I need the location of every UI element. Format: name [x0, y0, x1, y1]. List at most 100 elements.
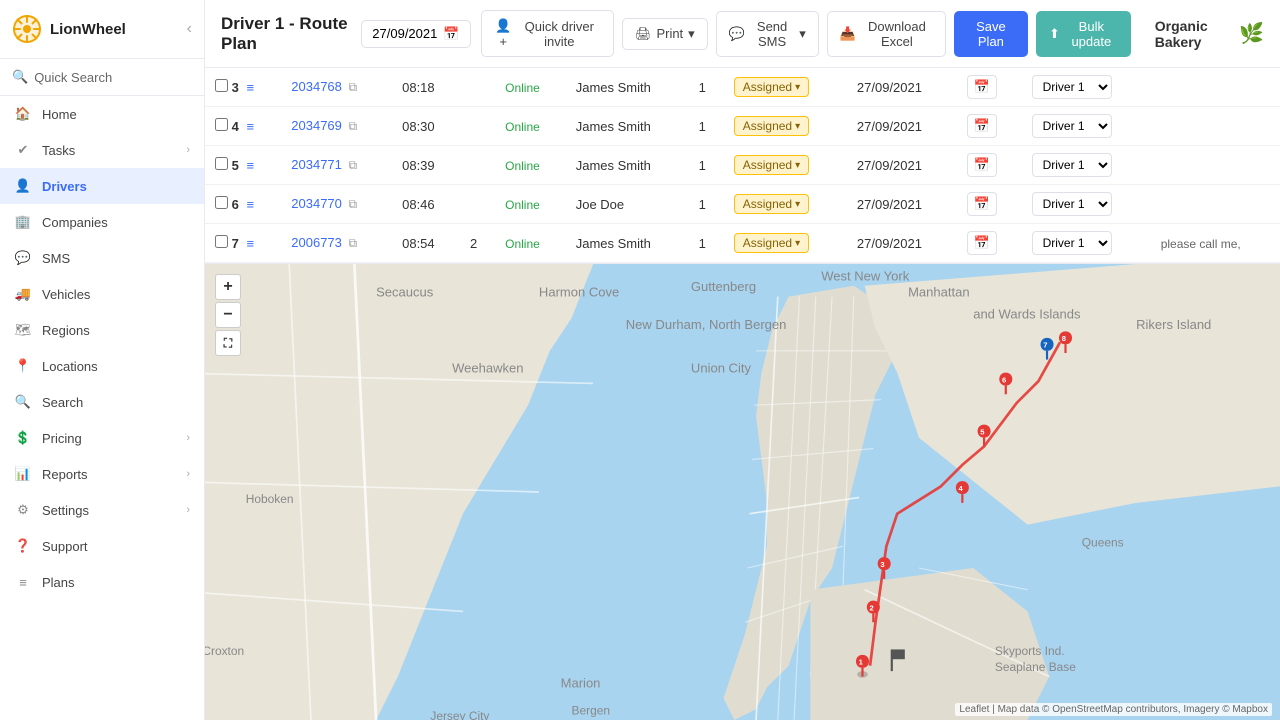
online-status: Online — [505, 237, 540, 251]
items-count: 1 — [699, 197, 706, 212]
table-row: 6 ≡ 2034770 ⧉ 08:46 Online Joe Doe 1 — [205, 185, 1280, 224]
row-checkbox-7[interactable] — [215, 235, 228, 248]
date-picker-button-2[interactable]: 📅 — [967, 153, 997, 177]
date-picker-button-3[interactable]: 📅 — [967, 192, 997, 216]
assigned-badge-1[interactable]: Assigned — [734, 116, 809, 136]
order-link-2034770[interactable]: 2034770 — [291, 196, 342, 211]
time-value: 08:39 — [402, 158, 435, 173]
driver-cell: Driver 1 Driver 2 Driver 3 — [1022, 224, 1151, 263]
sidebar-item-reports[interactable]: 📊 Reports › — [0, 456, 204, 492]
svg-text:Weehawken: Weehawken — [452, 361, 523, 376]
driver-select-2[interactable]: Driver 1 Driver 2 Driver 3 — [1032, 153, 1112, 177]
sidebar-item-label: Locations — [42, 359, 98, 374]
send-sms-button[interactable]: 💬 Send SMS ▾ — [716, 11, 819, 57]
recipient-name: James Smith — [576, 119, 651, 134]
driver-select-3[interactable]: Driver 1 Driver 2 Driver 3 — [1032, 192, 1112, 216]
sidebar-item-label: Plans — [42, 575, 75, 590]
sidebar-collapse-button[interactable]: ‹ — [187, 20, 192, 38]
recipient-name: James Smith — [576, 236, 651, 251]
lionwheel-logo-icon — [12, 14, 42, 44]
quick-search-label: Quick Search — [34, 70, 112, 85]
org-leaf-icon: 🌿 — [1239, 21, 1264, 46]
zoom-in-button[interactable]: + — [215, 274, 241, 300]
sidebar-item-settings[interactable]: ⚙ Settings › — [0, 492, 204, 528]
sidebar-item-companies[interactable]: 🏢 Companies — [0, 204, 204, 240]
row-number: 7 — [232, 236, 239, 251]
quick-search-item[interactable]: 🔍 Quick Search — [0, 59, 204, 96]
save-plan-button[interactable]: Save Plan — [954, 11, 1028, 57]
sidebar-item-sms[interactable]: 💬 SMS — [0, 240, 204, 276]
map-attribution: Leaflet | Map data © OpenStreetMap contr… — [955, 703, 1272, 716]
row-date: 27/09/2021 — [857, 119, 922, 134]
org-name: Organic Bakery 🌿 — [1155, 18, 1264, 50]
zoom-out-button[interactable]: − — [215, 302, 241, 328]
driver-select-4[interactable]: Driver 1 Driver 2 Driver 3 — [1032, 231, 1112, 255]
sidebar-item-plans[interactable]: ≡ Plans — [0, 564, 204, 600]
status-cell: Online — [495, 224, 566, 263]
status-cell: Online — [495, 146, 566, 185]
fullscreen-button[interactable]: ⛶ — [215, 330, 241, 356]
row-date: 27/09/2021 — [857, 197, 922, 212]
sidebar-item-vehicles[interactable]: 🚚 Vehicles — [0, 276, 204, 312]
online-status: Online — [505, 159, 540, 173]
order-link-2034771[interactable]: 2034771 — [291, 157, 342, 172]
sidebar-item-label: Pricing — [42, 431, 82, 446]
sidebar-item-regions[interactable]: 🗺 Regions — [0, 312, 204, 348]
sidebar-item-pricing[interactable]: 💲 Pricing › — [0, 420, 204, 456]
order-link-2034768[interactable]: 2034768 — [291, 79, 342, 94]
row-checkbox-3[interactable] — [215, 79, 228, 92]
table-row: 7 ≡ 2006773 ⧉ 08:54 2 Online James Smith… — [205, 224, 1280, 263]
row-number: 4 — [232, 119, 239, 134]
main-content: Driver 1 - Route Plan 27/09/2021 📅 👤+ Qu… — [205, 0, 1280, 720]
svg-text:Croxton: Croxton — [205, 644, 244, 658]
date-icon-cell: 📅 — [957, 68, 1022, 107]
row-checkbox-5[interactable] — [215, 157, 228, 170]
driver-select-1[interactable]: Driver 1 Driver 2 Driver 3 — [1032, 114, 1112, 138]
badge-cell: Assigned — [724, 107, 847, 146]
sidebar-item-search[interactable]: 🔍 Search — [0, 384, 204, 420]
print-button[interactable]: 🖨 Print ▾ — [622, 18, 708, 50]
row-checkbox-4[interactable] — [215, 118, 228, 131]
order-link-2034769[interactable]: 2034769 — [291, 118, 342, 133]
assigned-badge-4[interactable]: Assigned — [734, 233, 809, 253]
order-link-2006773[interactable]: 2006773 — [291, 235, 342, 250]
date-picker-button-1[interactable]: 📅 — [967, 114, 997, 138]
sidebar-item-support[interactable]: ❓ Support — [0, 528, 204, 564]
driver-cell: Driver 1 Driver 2 Driver 3 — [1022, 146, 1151, 185]
packages-cell: 2 — [460, 224, 495, 263]
assigned-badge-3[interactable]: Assigned — [734, 194, 809, 214]
quick-driver-invite-button[interactable]: 👤+ Quick driver invite — [481, 10, 614, 57]
sidebar-item-label: SMS — [42, 251, 70, 266]
regions-icon: 🗺 — [14, 321, 32, 339]
badge-cell: Assigned — [724, 185, 847, 224]
row-checkbox-cell: 4 ≡ — [205, 107, 281, 146]
sidebar-item-tasks[interactable]: ✔ Tasks › — [0, 132, 204, 168]
sidebar-item-drivers[interactable]: 👤 Drivers — [0, 168, 204, 204]
driver-select-0[interactable]: Driver 1 Driver 2 Driver 3 — [1032, 75, 1112, 99]
row-checkbox-cell: 3 ≡ — [205, 68, 281, 107]
table-row: 3 ≡ 2034768 ⧉ 08:18 Online James Smith 1 — [205, 68, 1280, 107]
row-number: 3 — [232, 80, 239, 95]
time-cell: 08:30 — [392, 107, 460, 146]
svg-text:Skyports Ind.: Skyports Ind. — [995, 644, 1065, 658]
date-picker[interactable]: 27/09/2021 📅 — [361, 20, 470, 48]
svg-text:West New York: West New York — [821, 268, 910, 283]
date-picker-button-0[interactable]: 📅 — [967, 75, 997, 99]
time-value: 08:54 — [402, 236, 435, 251]
sidebar-item-label: Home — [42, 107, 77, 122]
assigned-badge-2[interactable]: Assigned — [734, 155, 809, 175]
copy-icon: ⧉ — [349, 119, 358, 133]
time-value: 08:30 — [402, 119, 435, 134]
bulk-update-button[interactable]: ⬆ Bulk update — [1036, 11, 1131, 57]
row-checkbox-6[interactable] — [215, 196, 228, 209]
sidebar-item-locations[interactable]: 📍 Locations — [0, 348, 204, 384]
badge-cell: Assigned — [724, 68, 847, 107]
sidebar-item-label: Tasks — [42, 143, 75, 158]
plans-icon: ≡ — [14, 573, 32, 591]
chevron-right-icon: › — [186, 144, 190, 156]
date-picker-button-4[interactable]: 📅 — [967, 231, 997, 255]
assigned-badge-0[interactable]: Assigned — [734, 77, 809, 97]
download-excel-button[interactable]: 📥 Download Excel — [827, 11, 946, 57]
orders-table-wrapper: 3 ≡ 2034768 ⧉ 08:18 Online James Smith 1 — [205, 68, 1280, 264]
sidebar-item-home[interactable]: 🏠 Home — [0, 96, 204, 132]
